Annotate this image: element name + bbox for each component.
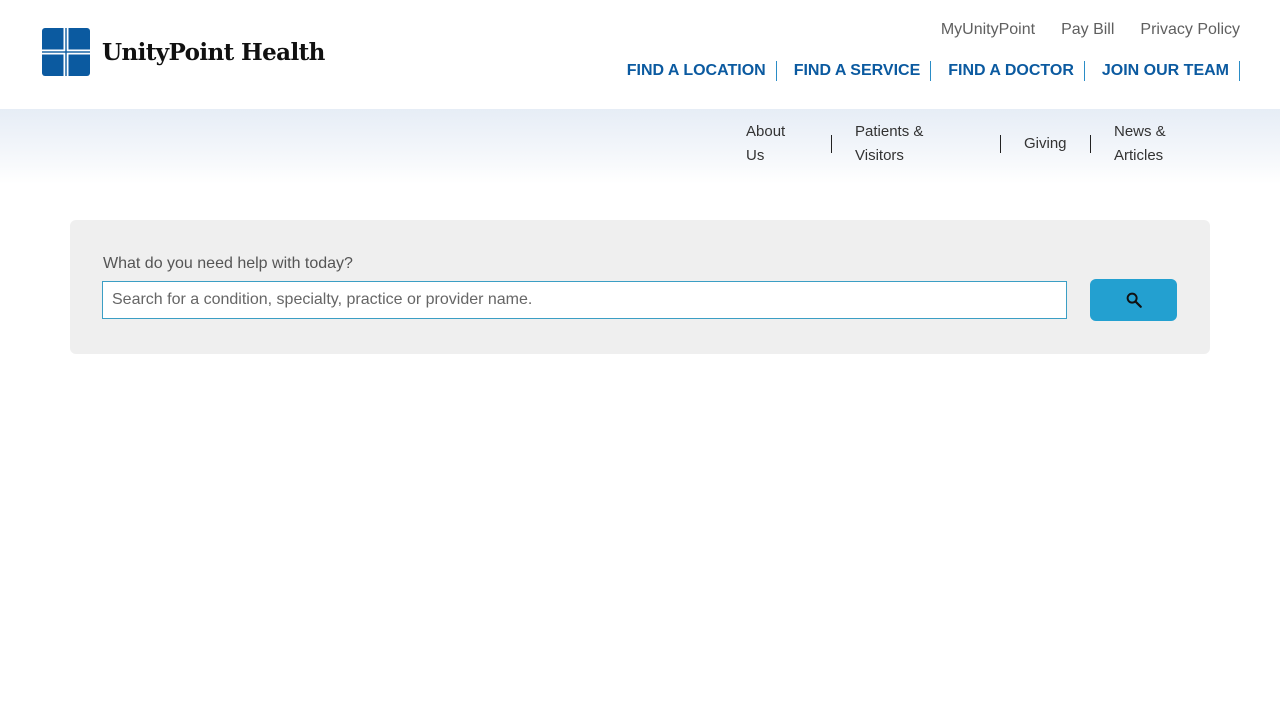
nav-find-a-location[interactable]: FIND A LOCATION (627, 61, 777, 81)
search-panel: What do you need help with today? (70, 220, 1210, 354)
search-button[interactable] (1090, 279, 1177, 321)
nav-find-a-service[interactable]: FIND A SERVICE (777, 61, 932, 81)
brand-name: UnityPoint Health (102, 38, 325, 66)
primary-nav: FIND A LOCATION FIND A SERVICE FIND A DO… (627, 61, 1240, 81)
search-label: What do you need help with today? (103, 255, 353, 272)
utility-link-myunitypoint[interactable]: MyUnityPoint (941, 20, 1035, 40)
subnav-divider (1000, 135, 1001, 153)
subnav-about-us[interactable]: About Us (746, 120, 831, 168)
subnav-news-articles-line1: News & (1114, 123, 1166, 140)
subnav-about-us-line1: About (746, 123, 786, 140)
subnav-patients-visitors[interactable]: Patients & Visitors (855, 120, 1000, 168)
subnav-patients-visitors-line1: Patients & (855, 123, 924, 140)
unitypoint-cross-logo-icon (42, 28, 90, 76)
subnav-divider (1090, 135, 1091, 153)
search-input[interactable] (102, 281, 1067, 319)
nav-find-a-doctor[interactable]: FIND A DOCTOR (931, 61, 1085, 81)
search-icon (1126, 292, 1142, 308)
subnav-about-us-line2: Us (746, 147, 765, 164)
subnav-news-articles[interactable]: News & Articles (1114, 120, 1194, 168)
secondary-nav: About Us Patients & Visitors Giving News… (746, 120, 1194, 168)
utility-nav: MyUnityPoint Pay Bill Privacy Policy (941, 20, 1240, 40)
subnav-giving-line1: Giving (1024, 135, 1067, 152)
home-logo-link[interactable]: UnityPoint Health (42, 28, 325, 76)
subnav-giving[interactable]: Giving (1024, 132, 1090, 156)
subnav-divider (831, 135, 832, 153)
utility-link-pay-bill[interactable]: Pay Bill (1061, 20, 1114, 40)
nav-join-our-team[interactable]: JOIN OUR TEAM (1085, 61, 1240, 81)
subnav-news-articles-line2: Articles (1114, 147, 1164, 164)
site-header: UnityPoint Health MyUnityPoint Pay Bill … (0, 0, 1280, 109)
utility-link-privacy-policy[interactable]: Privacy Policy (1140, 20, 1240, 40)
subnav-patients-visitors-line2: Visitors (855, 147, 904, 164)
